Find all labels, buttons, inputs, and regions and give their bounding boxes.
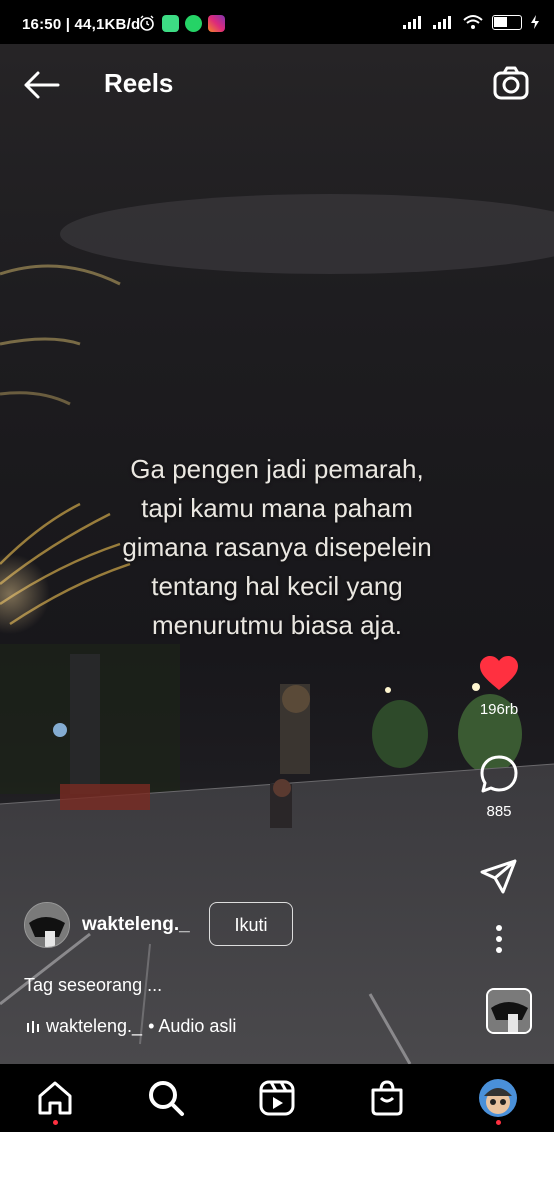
signal-icon-2 [433,16,451,29]
caption-line: tapi kamu mana paham [141,493,413,523]
reels-header: Reels [0,44,554,124]
comment-count: 885 [486,803,512,820]
nav-home[interactable] [35,1078,75,1125]
profile-notification-dot [496,1120,501,1125]
caption-line: menurutmu biasa aja. [151,610,403,640]
audio-thumbnail-image [488,990,530,1032]
wifi-icon [463,15,483,29]
whatsapp-icon [185,14,202,32]
caption-line: tentang hal kecil yang [151,571,403,601]
home-icon [38,1081,72,1115]
avatar-image [25,903,69,947]
android-app-icon [162,14,179,32]
bottom-navigation [0,1064,554,1132]
caption-line: gimana rasanya disepelein [122,532,432,562]
share-icon[interactable] [479,858,519,896]
audio-thumbnail[interactable] [486,988,532,1034]
like-action: 196rb [444,656,554,718]
status-system-icons: 46 [402,14,540,30]
comment-icon[interactable] [479,754,519,794]
reels-screen: 16:50 | 44,1KB/d 46 Reels Ga pengen jadi… [0,0,554,1200]
page-title: Reels [104,68,174,98]
status-time-text: 16:50 [22,16,62,33]
nav-search[interactable] [146,1078,186,1118]
network-speed: 44,1KB/d [74,16,141,33]
heart-icon[interactable] [479,656,519,692]
back-arrow-icon[interactable] [22,70,60,100]
like-count: 196rb [479,701,519,718]
home-notification-dot [53,1120,58,1125]
battery-icon: 46 [492,14,522,30]
signal-icon [403,16,421,29]
author-row: wakteleng._ Ikuti [24,900,424,950]
audio-info[interactable]: wakteleng._ • Audio asli [26,1016,236,1037]
author-avatar[interactable] [24,902,70,948]
search-icon [149,1081,184,1116]
nav-shop[interactable] [367,1078,407,1118]
shop-icon [371,1080,403,1116]
system-nav-area [0,1132,554,1200]
nav-profile[interactable] [478,1078,518,1125]
camera-icon[interactable] [492,64,530,102]
comment-action: 885 [444,754,554,820]
status-app-icons [138,14,225,32]
profile-avatar-icon [479,1079,517,1117]
status-time: 16:50 | 44,1KB/d [22,16,141,33]
share-action [444,858,554,901]
more-action [444,924,554,959]
instagram-icon [208,14,225,32]
caption-line: Ga pengen jadi pemarah, [130,454,424,484]
follow-button[interactable]: Ikuti [209,902,293,946]
audio-username: wakteleng._ [46,1016,143,1036]
alarm-icon [140,15,154,31]
charging-icon [531,15,539,29]
audio-bars-icon [27,1020,39,1033]
status-bar: 16:50 | 44,1KB/d 46 [0,0,554,44]
battery-level: 46 [501,14,513,26]
nav-reels[interactable] [257,1078,297,1118]
more-vertical-icon[interactable] [494,924,504,954]
video-caption-text: Ga pengen jadi pemarah, tapi kamu mana p… [40,450,514,645]
audio-label: • Audio asli [148,1016,237,1036]
author-username[interactable]: wakteleng._ [82,914,190,936]
reels-icon [259,1080,295,1116]
tag-people-text[interactable]: Tag seseorang ... [24,975,162,996]
